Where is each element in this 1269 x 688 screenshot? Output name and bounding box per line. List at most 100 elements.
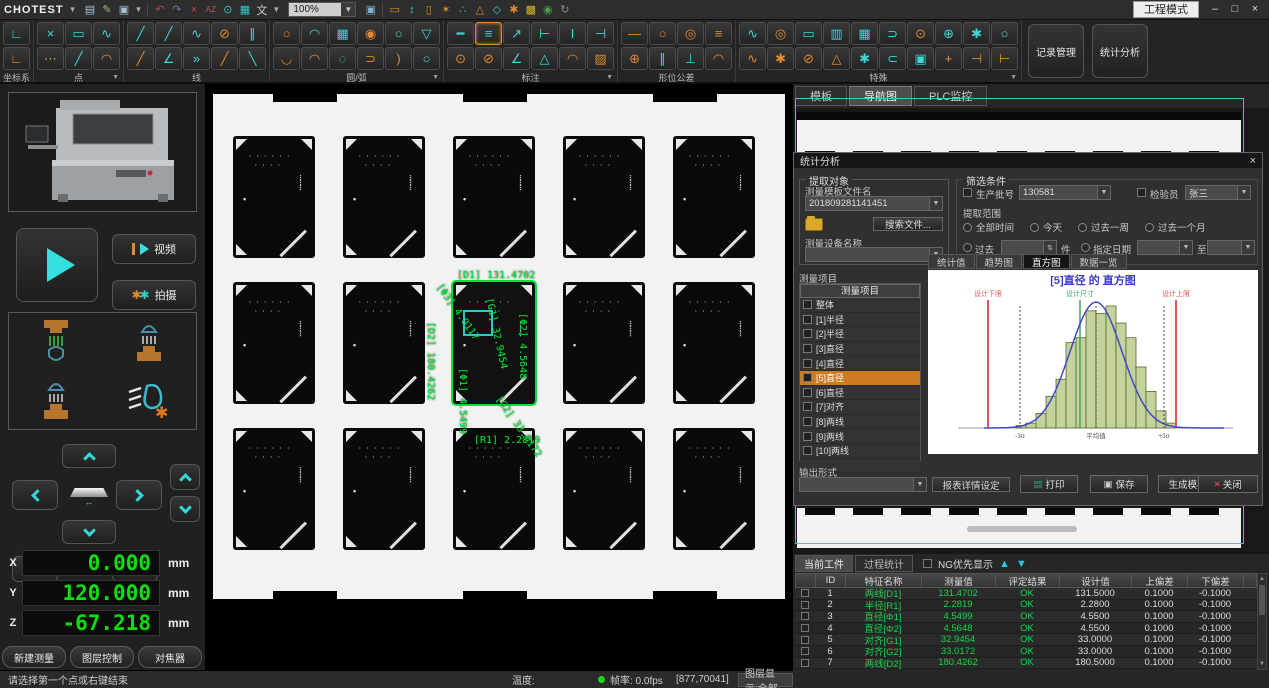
stage-left-button[interactable]	[12, 480, 58, 510]
roi-icon[interactable]: ▯	[420, 2, 437, 17]
dim-arc-icon[interactable]: ◠	[559, 47, 586, 70]
capture-button[interactable]: ✱✱ 拍摄	[112, 280, 196, 310]
lens-down-icon[interactable]	[34, 318, 78, 366]
stage-up-button[interactable]	[62, 444, 116, 468]
point-dots-icon[interactable]: ⋯	[37, 47, 64, 70]
circle-center-icon[interactable]: ◉	[357, 22, 384, 45]
sp-slot-icon[interactable]: ▭	[795, 22, 822, 45]
group-dropdown-icon[interactable]: ▼	[1010, 74, 1017, 81]
pcb-tile[interactable]: · · · · · ·· · · ·⋮⋮⋮•	[673, 282, 755, 404]
sp-probe-icon[interactable]: ✱	[963, 22, 990, 45]
pcb-tile[interactable]: · · · · · ·· · · ·⋮⋮⋮•	[453, 428, 535, 550]
dialog-titlebar[interactable]: 统计分析 ×	[794, 153, 1262, 168]
combo-dropdown-icon[interactable]: ▼	[1237, 186, 1250, 199]
move-down-icon[interactable]: ▼	[1016, 558, 1027, 570]
measurement-item-整体[interactable]: 整体	[800, 298, 920, 313]
point-wave-icon[interactable]: ∿	[93, 22, 120, 45]
table-scrollbar[interactable]: ▲ ▼	[1257, 573, 1267, 670]
measurement-item-[7]对齐[interactable]: [7]对齐	[800, 400, 920, 415]
array-grid-icon[interactable]: ▦	[236, 2, 253, 17]
measurement-item-[4]直径[interactable]: [4]直径	[800, 356, 920, 371]
item-checkbox[interactable]	[803, 315, 812, 324]
light-settings-icon[interactable]: ✱	[125, 378, 173, 422]
pick-tool-icon[interactable]: ⊙	[219, 2, 236, 17]
save-icon[interactable]: ▤	[81, 2, 98, 17]
dim-point2point-icon[interactable]: ↗	[503, 22, 530, 45]
pcb-tile[interactable]: · · · · · ·· · · ·⋮⋮⋮•	[233, 136, 315, 258]
dim-drop-icon[interactable]: ⊣	[587, 22, 614, 45]
z-down-button[interactable]	[170, 496, 200, 522]
arc-fit-icon[interactable]: ◠	[301, 47, 328, 70]
item-checkbox[interactable]	[803, 329, 812, 338]
measurement-item-[1]半径[interactable]: [1]半径	[800, 313, 920, 328]
line-angle-icon[interactable]: ∠	[155, 47, 182, 70]
sp-star-icon[interactable]: ✱	[851, 47, 878, 70]
cone-icon[interactable]: ▽	[413, 22, 440, 45]
engineering-mode-button[interactable]: 工程模式	[1133, 1, 1199, 18]
nodes-icon[interactable]: ∴	[454, 2, 471, 17]
stage-right-button[interactable]	[116, 480, 162, 510]
sp-target-icon[interactable]: ⊙	[907, 22, 934, 45]
focuser-button[interactable]: 对焦器	[138, 646, 202, 668]
minimize-button[interactable]: –	[1205, 0, 1225, 19]
bulb-icon[interactable]: ✶	[437, 2, 454, 17]
layer-control-button[interactable]: 图层控制	[70, 646, 134, 668]
line-mid-icon[interactable]: ╱	[211, 47, 238, 70]
range-radio-全部时间[interactable]	[963, 223, 972, 232]
item-checkbox[interactable]	[803, 373, 812, 382]
redo-icon[interactable]: ↷	[168, 2, 185, 17]
dim-radius-icon[interactable]: ⊘	[475, 47, 502, 70]
tol-profile-icon[interactable]: ◠	[705, 47, 732, 70]
sp-wave-icon[interactable]: ∿	[739, 22, 766, 45]
pcb-tile[interactable]: · · · · · ·· · · ·⋮⋮⋮•	[343, 282, 425, 404]
measurement-item-[2]半径[interactable]: [2]半径	[800, 327, 920, 342]
save-button[interactable]: ▣保存	[1090, 475, 1148, 493]
line-2point-icon[interactable]: ╱	[127, 47, 154, 70]
date-range-radio[interactable]	[1081, 243, 1090, 252]
sp-ring-icon[interactable]: ◎	[767, 22, 794, 45]
inspector-combo[interactable]: 张三▼	[1185, 185, 1251, 200]
row-checkbox[interactable]	[801, 636, 809, 644]
dropdown-icon[interactable]: ▼	[272, 5, 280, 14]
move-up-icon[interactable]: ▲	[999, 558, 1010, 570]
chart-tab-数据一览[interactable]: 数据一览	[1071, 254, 1127, 269]
dim-hatch-icon[interactable]: ▨	[587, 47, 614, 70]
pcb-tile[interactable]: · · · · · ·· · · ·⋮⋮⋮•	[233, 428, 315, 550]
range-radio-过去一周[interactable]	[1078, 223, 1087, 232]
print-button[interactable]: ▤打印	[1020, 475, 1078, 493]
point-arc-icon[interactable]: ◠	[93, 47, 120, 70]
sp-position-icon[interactable]: ⊕	[935, 22, 962, 45]
column-header-上偏差[interactable]: 上偏差	[1132, 574, 1188, 587]
translate-icon[interactable]: 文	[253, 2, 270, 17]
output-format-combo[interactable]: ▼	[799, 477, 927, 492]
zoom-dropdown-icon[interactable]: ▼	[341, 5, 355, 14]
tol-position-icon[interactable]: ⊕	[621, 47, 648, 70]
ng-priority-checkbox[interactable]	[923, 559, 932, 568]
search-file-button[interactable]: 搜索文件...	[873, 217, 943, 231]
item-checkbox[interactable]	[803, 388, 812, 397]
tab-导航图[interactable]: 导航图	[849, 86, 912, 106]
group-dropdown-icon[interactable]: ▼	[432, 74, 439, 81]
measurement-item-[8]两线[interactable]: [8]两线	[800, 415, 920, 430]
measurement-item-[9]两线[interactable]: [9]两线	[800, 429, 920, 444]
brand-dropdown-icon[interactable]: ▼	[69, 5, 77, 14]
dim-height-icon[interactable]: I	[559, 22, 586, 45]
arc-lower-icon[interactable]: ◡	[273, 47, 300, 70]
item-checkbox[interactable]	[803, 417, 812, 426]
new-measurement-button[interactable]: 新建测量	[2, 646, 66, 668]
statistics-analysis-button[interactable]: 统计分析	[1092, 24, 1148, 78]
row-checkbox[interactable]	[801, 601, 809, 609]
row-checkbox[interactable]	[801, 589, 809, 597]
column-header-特征名称[interactable]: 特征名称	[846, 574, 922, 587]
tol-straightness-icon[interactable]: —	[621, 22, 648, 45]
arc-open-icon[interactable]: ⊃	[357, 47, 384, 70]
pcb-tile[interactable]: · · · · · ·· · · ·⋮⋮⋮•	[563, 428, 645, 550]
tol-concentric-icon[interactable]: ◎	[677, 22, 704, 45]
pcb-tile[interactable]: · · · · · ·· · · ·⋮⋮⋮•	[233, 282, 315, 404]
range-radio-过去一个月[interactable]	[1145, 223, 1154, 232]
scroll-down-icon[interactable]: ▼	[1258, 659, 1266, 669]
group-dropdown-icon[interactable]: ▼	[606, 74, 613, 81]
coord-system-2-icon[interactable]: ∟	[3, 47, 30, 70]
line-mirror-icon[interactable]: ╲	[239, 47, 266, 70]
dim-diameter-icon[interactable]: ⊙	[447, 47, 474, 70]
